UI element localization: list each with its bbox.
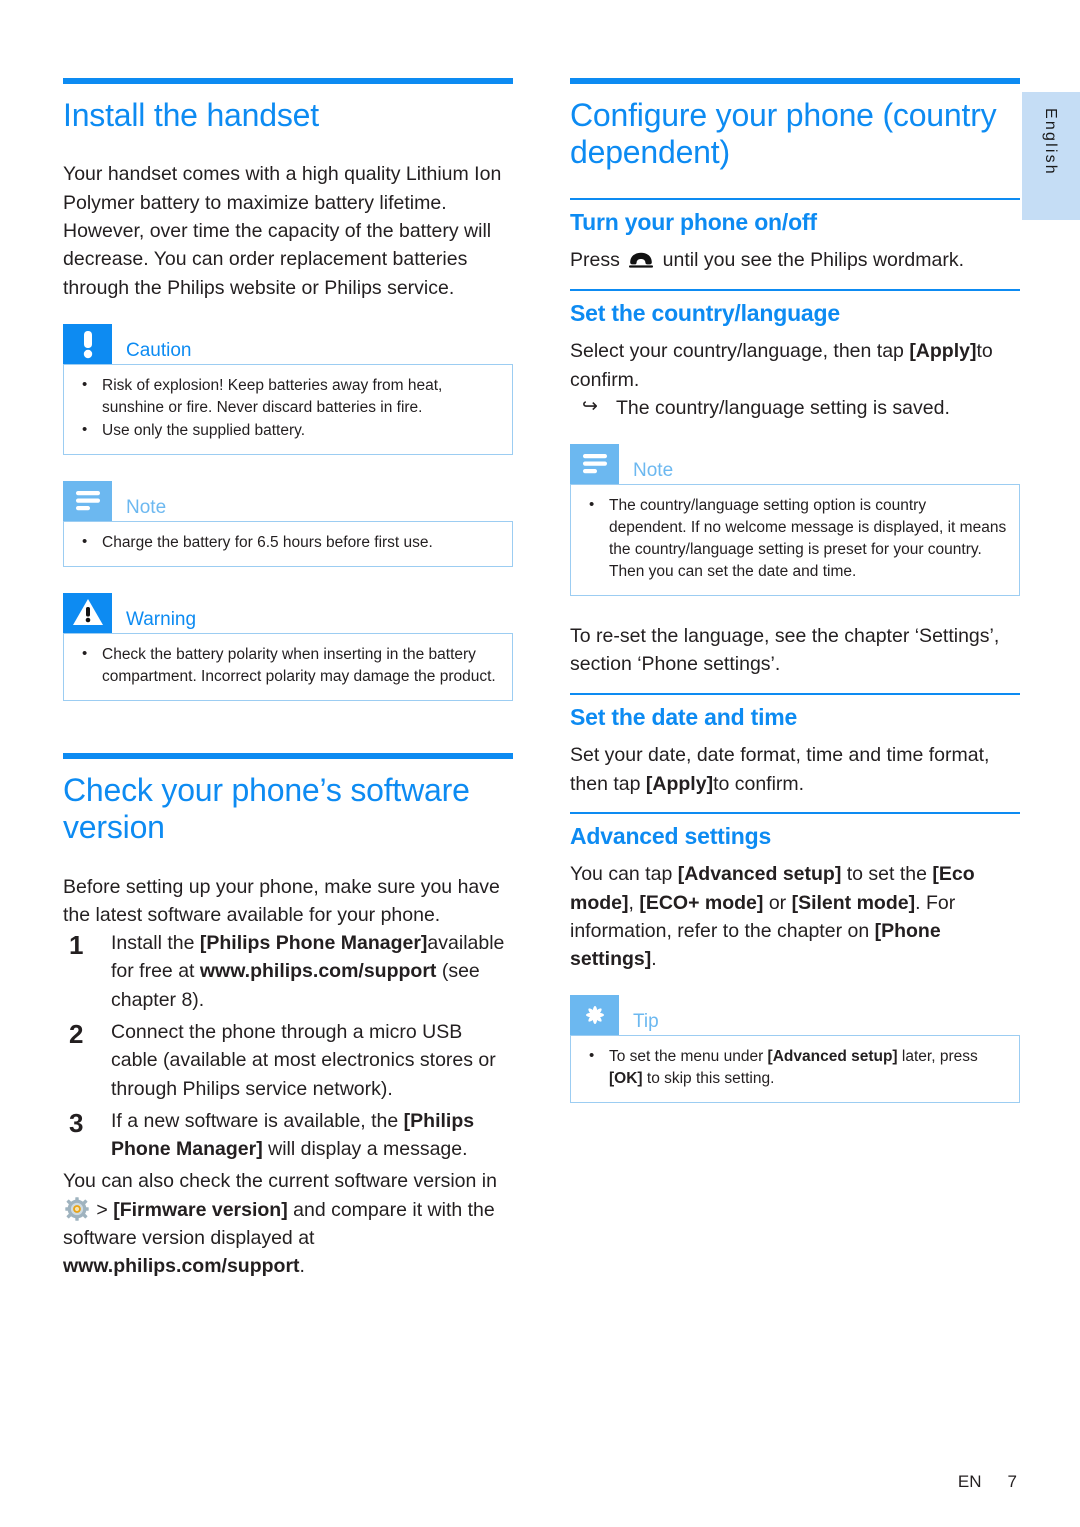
note-callout-right: Note The country/language setting option… — [570, 444, 1020, 597]
page-title: Install the handset — [63, 97, 319, 133]
language-tab-label: English — [1042, 108, 1059, 176]
step-number: 1 — [69, 930, 84, 961]
result-line-country: ↪ The country/language setting is saved. — [570, 394, 1020, 422]
tip-body: To set the menu under [Advanced setup] l… — [570, 1035, 1020, 1104]
section-body-datetime: Set your date, date format, time and tim… — [570, 744, 990, 795]
caution-body: Risk of explosion! Keep batteries away f… — [63, 363, 513, 455]
section-heading-advanced: Advanced settings — [570, 822, 772, 849]
step-item: 3 If a new software is available, the [Ph… — [63, 1107, 513, 1164]
section-rule-country — [570, 288, 1020, 291]
result-text: The country/language setting is saved. — [616, 396, 950, 419]
step-number: 2 — [69, 1018, 84, 1049]
section-heading-country: Set the country/language — [570, 299, 840, 326]
note-title: Note — [126, 496, 167, 518]
note-title-right: Note — [633, 460, 674, 482]
tip-header: Tip — [570, 995, 1020, 1036]
warning-header: Warning — [63, 592, 513, 633]
result-arrow-icon: ↪ — [582, 395, 598, 417]
manual-page: English Install the handset Your handset… — [0, 0, 1080, 1527]
list-item: The country/language setting option is c… — [583, 494, 1007, 583]
list-item: To set the menu under [Advanced setup] l… — [583, 1045, 1007, 1090]
section-body-power: Press until you see the Philips wordmark… — [570, 248, 964, 272]
warning-triangle-icon — [63, 592, 112, 633]
chapter-rule — [63, 78, 513, 84]
intro-paragraph: Your handset comes with a high quality L… — [63, 163, 502, 299]
note-header-right: Note — [570, 444, 1020, 485]
section-heading-power: Turn your phone on/off — [570, 208, 817, 235]
chapter-rule-right — [570, 78, 1020, 84]
gear-icon — [65, 1196, 89, 1221]
asterisk-icon — [570, 995, 619, 1036]
footer-locale: EN — [957, 1472, 982, 1491]
note-body-right: The country/language setting option is c… — [570, 484, 1020, 597]
list-item: Check the battery polarity when insertin… — [76, 643, 500, 688]
step-number: 3 — [69, 1107, 84, 1138]
note-header: Note — [63, 480, 513, 521]
page-title-2: Check your phone’s software version — [63, 771, 470, 846]
step-item: 2 Connect the phone through a micro USB c… — [63, 1018, 513, 1103]
note-callout: Note Charge the battery for 6.5 hours be… — [63, 480, 513, 567]
language-side-tab: English — [1022, 92, 1080, 220]
section-body-country: Select your country/language, then tap [… — [570, 340, 993, 391]
footer-page-number: 7 — [1007, 1472, 1017, 1491]
closing-paragraph: You can also check the current software … — [63, 1170, 497, 1278]
caution-callout: Caution Risk of explosion! Keep batterie… — [63, 323, 513, 455]
caution-header: Caution — [63, 323, 513, 364]
note-lines-icon — [570, 444, 619, 485]
section-body-advanced: You can tap [Advanced setup] to set the … — [570, 863, 975, 971]
right-column: Configure your phone (country dependent)… — [570, 78, 1020, 1129]
warning-body: Check the battery polarity when insertin… — [63, 632, 513, 701]
list-item: Charge the battery for 6.5 hours before … — [76, 531, 500, 554]
list-item: Risk of explosion! Keep batteries away f… — [76, 374, 500, 419]
exclamation-mark-icon — [63, 323, 112, 364]
handset-icon — [628, 248, 654, 269]
numbered-steps: 1 Install the [Philips Phone Manager]avai… — [63, 929, 513, 1163]
chapter-rule-2 — [63, 752, 513, 759]
caution-title: Caution — [126, 339, 192, 361]
section-rule-datetime — [570, 692, 1020, 695]
section-rule-power — [570, 197, 1020, 200]
page-title-right: Configure your phone (country dependent) — [570, 97, 997, 171]
note-body: Charge the battery for 6.5 hours before … — [63, 520, 513, 567]
note-lines-icon — [63, 480, 112, 521]
reset-language-paragraph: To re-set the language, see the chapter … — [570, 625, 1000, 676]
tip-callout: Tip To set the menu under [Advanced setu… — [570, 995, 1020, 1104]
page-footer: EN 7 — [0, 1472, 1080, 1492]
left-column: Install the handset Your handset comes w… — [63, 78, 513, 1294]
warning-callout: Warning Check the battery polarity when … — [63, 592, 513, 701]
warning-title: Warning — [126, 608, 197, 630]
section-heading-datetime: Set the date and time — [570, 703, 798, 730]
step-item: 1 Install the [Philips Phone Manager]avai… — [63, 929, 513, 1014]
list-item: Use only the supplied battery. — [76, 419, 500, 442]
tip-title: Tip — [633, 1011, 659, 1033]
intro-paragraph-2: Before setting up your phone, make sure … — [63, 875, 500, 926]
section-rule-advanced — [570, 811, 1020, 814]
